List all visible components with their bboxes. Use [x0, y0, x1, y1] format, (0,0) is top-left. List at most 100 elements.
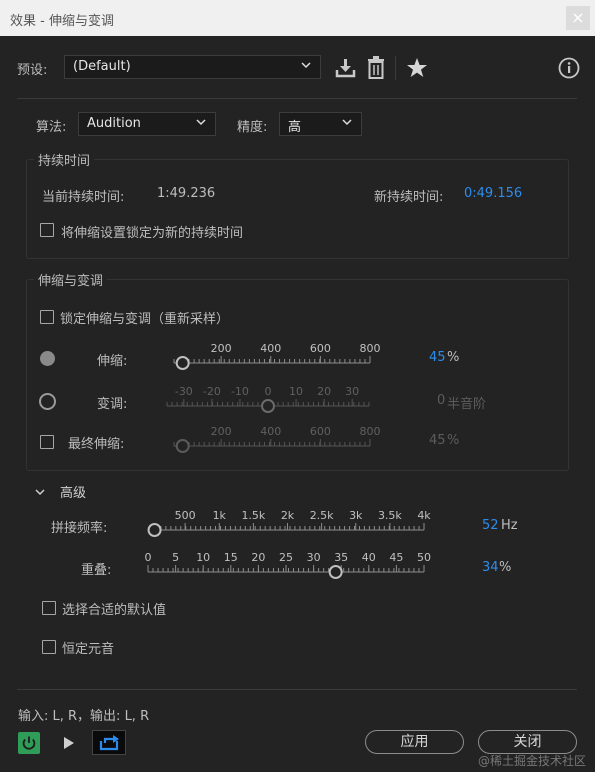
chevron-down-icon[interactable] — [33, 485, 47, 499]
window-title: 效果 - 伸缩与变调 — [10, 14, 114, 29]
slider-tick-label: 20 — [251, 551, 265, 564]
lock-duration-label: 将伸缩设置锁定为新的持续时间 — [61, 226, 244, 241]
algorithm-label: 算法: — [36, 120, 67, 135]
current-duration-label: 当前持续时间: — [42, 190, 125, 205]
slider-tick-label: 30 — [307, 551, 321, 564]
formant-checkbox[interactable] — [42, 640, 56, 654]
slider-tick-label: -30 — [175, 385, 193, 398]
chevron-down-icon — [342, 119, 352, 126]
divider — [17, 689, 577, 690]
watermark: @稀土掘金技术社区 — [478, 754, 587, 768]
slider-tick-label: 15 — [224, 551, 238, 564]
final-stretch-slider: 200 400 600 800 — [173, 425, 381, 453]
slider-thumb[interactable] — [147, 523, 162, 537]
new-duration-value[interactable]: 0:49.156 — [464, 186, 522, 201]
close-button[interactable]: 关闭 — [478, 730, 577, 754]
stretch-slider[interactable]: 200 400 600 800 — [160, 340, 390, 374]
power-icon — [22, 736, 36, 750]
splice-slider[interactable]: 500 1k 1.5k 2k 2.5k 3k 3.5k 4k — [140, 507, 440, 541]
slider-thumb[interactable] — [328, 565, 343, 579]
slider-tick-label: 800 — [360, 425, 381, 438]
lock-duration-checkbox[interactable] — [40, 223, 54, 237]
pitch-unit: 半音阶 — [447, 397, 487, 412]
io-text: 输入: L, R，输出: L, R — [18, 709, 150, 724]
chevron-down-icon — [196, 119, 206, 126]
lock-stretch-pitch-label: 锁定伸缩与变调（重新采样） — [60, 312, 230, 327]
slider-tick-label: 30 — [345, 385, 359, 398]
duration-group — [26, 159, 569, 259]
pitch-radio[interactable] — [39, 393, 56, 410]
stretch-radio[interactable] — [40, 351, 55, 366]
slider-thumb[interactable] — [175, 356, 190, 370]
toolbar-divider — [395, 56, 396, 80]
slider-tick-label: 2.5k — [310, 509, 334, 522]
stretch-label: 伸缩: — [97, 354, 128, 369]
slider-tick-label: 5 — [172, 551, 179, 564]
slider-tick-label: 1k — [213, 509, 227, 522]
slider-tick-label: 400 — [260, 425, 281, 438]
slider-tick-label: 0 — [145, 551, 152, 564]
default-values-checkbox[interactable] — [42, 601, 56, 615]
precision-value: 高 — [288, 120, 302, 135]
slider-tick-label: 35 — [334, 551, 348, 564]
slider-tick-label: 0 — [265, 385, 272, 398]
algorithm-value: Audition — [87, 116, 141, 131]
slider-tick-label: 800 — [360, 342, 381, 355]
slider-tick-label: -10 — [231, 385, 249, 398]
advanced-toggle-label[interactable]: 高级 — [60, 482, 86, 501]
lock-stretch-pitch-checkbox[interactable] — [40, 310, 54, 324]
divider — [17, 98, 577, 99]
slider-tick-label: 20 — [317, 385, 331, 398]
slider-tick-label: 500 — [175, 509, 196, 522]
slider-tick-label: 10 — [196, 551, 210, 564]
splice-unit: Hz — [501, 518, 518, 533]
current-duration-value: 1:49.236 — [157, 186, 216, 201]
slider-tick-label: 40 — [362, 551, 376, 564]
slider-tick-label: 50 — [417, 551, 431, 564]
algorithm-dropdown[interactable]: Audition — [78, 112, 216, 136]
stretch-value[interactable]: 45 — [429, 350, 446, 365]
slider-tick-label: 4k — [417, 509, 431, 522]
trash-icon[interactable] — [366, 56, 386, 80]
play-icon[interactable] — [60, 735, 76, 751]
splice-label: 拼接频率: — [51, 521, 108, 536]
splice-value[interactable]: 52 — [482, 518, 499, 533]
download-icon[interactable] — [334, 57, 358, 79]
slider-thumb[interactable] — [175, 439, 190, 453]
slider-tick-label: -20 — [203, 385, 221, 398]
final-stretch-checkbox[interactable] — [40, 435, 54, 449]
slider-tick-label: 600 — [310, 342, 331, 355]
slider-tick-label: 3.5k — [378, 509, 402, 522]
duration-group-label: 持续时间 — [34, 150, 95, 169]
overlap-unit: % — [499, 560, 512, 575]
overlap-value[interactable]: 34 — [482, 560, 499, 575]
slider-tick-label: 200 — [211, 342, 232, 355]
chevron-down-icon — [301, 62, 311, 69]
default-values-label: 选择合适的默认值 — [62, 603, 167, 618]
pitch-value: 0 — [437, 393, 446, 408]
overlap-label: 重叠: — [81, 563, 112, 578]
slider-tick-label: 600 — [310, 425, 331, 438]
preset-value: (Default) — [73, 59, 131, 74]
power-button[interactable] — [18, 732, 40, 754]
star-icon[interactable] — [406, 57, 428, 79]
info-icon[interactable] — [558, 57, 580, 79]
apply-button[interactable]: 应用 — [365, 730, 464, 754]
slider-tick-label: 200 — [211, 425, 232, 438]
slider-thumb[interactable] — [261, 399, 275, 413]
stretch-unit: % — [447, 350, 460, 365]
pitch-slider[interactable]: -30 -20 -10 0 10 20 30 — [160, 383, 390, 417]
preset-dropdown[interactable]: (Default) — [64, 55, 321, 79]
precision-dropdown[interactable]: 高 — [279, 112, 362, 136]
overlap-slider[interactable]: 0 5 10 15 20 25 30 35 40 45 50 — [140, 549, 440, 583]
formant-label: 恒定元音 — [62, 642, 115, 657]
window-titlebar: 效果 - 伸缩与变调 × — [0, 0, 595, 36]
final-stretch-unit: % — [447, 433, 460, 448]
final-stretch-value: 45 — [429, 433, 446, 448]
window-close-button[interactable]: × — [566, 6, 590, 30]
stretch-pitch-group-label: 伸缩与变调 — [34, 270, 108, 289]
loop-icon — [99, 735, 119, 751]
pitch-label: 变调: — [97, 397, 128, 412]
new-duration-label: 新持续时间: — [374, 190, 444, 205]
loop-button[interactable] — [92, 730, 126, 755]
